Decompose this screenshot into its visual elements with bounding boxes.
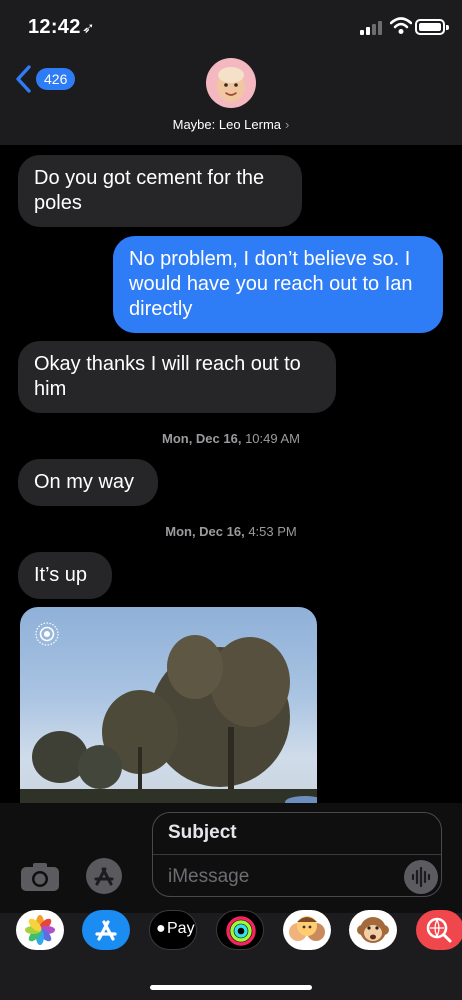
app-store-icon — [95, 920, 117, 941]
timestamp-time: 4:53 PM — [248, 524, 297, 539]
location-arrow-icon: ➶ — [82, 20, 95, 37]
app-store-app-button[interactable] — [82, 910, 130, 950]
app-store-icon — [94, 867, 114, 886]
waveform-icon — [411, 866, 431, 888]
input-divider — [153, 854, 441, 855]
message-bubble-incoming[interactable]: It’s up — [18, 552, 112, 599]
home-indicator[interactable] — [150, 985, 312, 990]
apple-logo-icon: ● — [156, 920, 166, 937]
contact-name-link[interactable]: Maybe: Leo Lerma › — [0, 117, 462, 132]
message-bubble-incoming[interactable]: Do you got cement for the poles — [18, 155, 302, 227]
activity-icon — [226, 916, 256, 946]
animoji-app-button[interactable] — [349, 910, 397, 950]
apple-pay-label: Pay — [167, 920, 195, 937]
message-bubble-outgoing[interactable]: No problem, I don’t believe so. I would … — [113, 236, 443, 333]
photo-attachment[interactable] — [20, 607, 317, 807]
battery-icon — [415, 19, 449, 35]
memoji-icon — [289, 916, 325, 941]
audio-message-button[interactable] — [404, 860, 438, 894]
timestamp: Mon, Dec 16, 4:53 PM — [0, 524, 462, 539]
animoji-monkey-icon — [357, 917, 389, 943]
chevron-left-icon — [16, 65, 31, 93]
contact-name: Maybe: Leo Lerma — [172, 117, 282, 132]
message-bubble-incoming[interactable]: Okay thanks I will reach out to him — [18, 341, 336, 413]
activity-app-button[interactable] — [216, 910, 264, 950]
timestamp: Mon, Dec 16, 10:49 AM — [0, 431, 462, 446]
imessage-input[interactable]: iMessage — [168, 866, 249, 888]
apple-pay-app-button[interactable]: ● Pay — [149, 910, 197, 950]
cellular-signal-icon — [360, 21, 384, 35]
timestamp-day: Mon, Dec 16, — [161, 431, 242, 446]
web-search-app-button[interactable] — [416, 910, 462, 950]
web-search-icon — [426, 917, 452, 943]
timestamp-day: Mon, Dec 16, — [165, 524, 245, 539]
wifi-icon — [390, 17, 412, 34]
photos-icon — [25, 915, 55, 945]
photos-app-button[interactable] — [16, 910, 64, 950]
chevron-right-icon: › — [285, 117, 290, 132]
status-time: 12:42 — [28, 16, 81, 38]
contact-avatar[interactable] — [206, 58, 256, 108]
memoji-app-button[interactable] — [283, 910, 331, 950]
back-button[interactable]: 426 — [14, 64, 78, 98]
app-store-drawer-button[interactable] — [86, 858, 122, 894]
tree-photo — [20, 635, 317, 807]
subject-input[interactable]: Subject — [168, 822, 237, 844]
live-photo-icon — [35, 622, 59, 646]
memoji-face-icon — [217, 67, 245, 102]
unread-count-badge: 426 — [36, 68, 76, 90]
message-bubble-incoming[interactable]: On my way — [18, 459, 158, 506]
timestamp-time: 10:49 AM — [245, 431, 301, 446]
camera-button[interactable] — [19, 862, 61, 892]
